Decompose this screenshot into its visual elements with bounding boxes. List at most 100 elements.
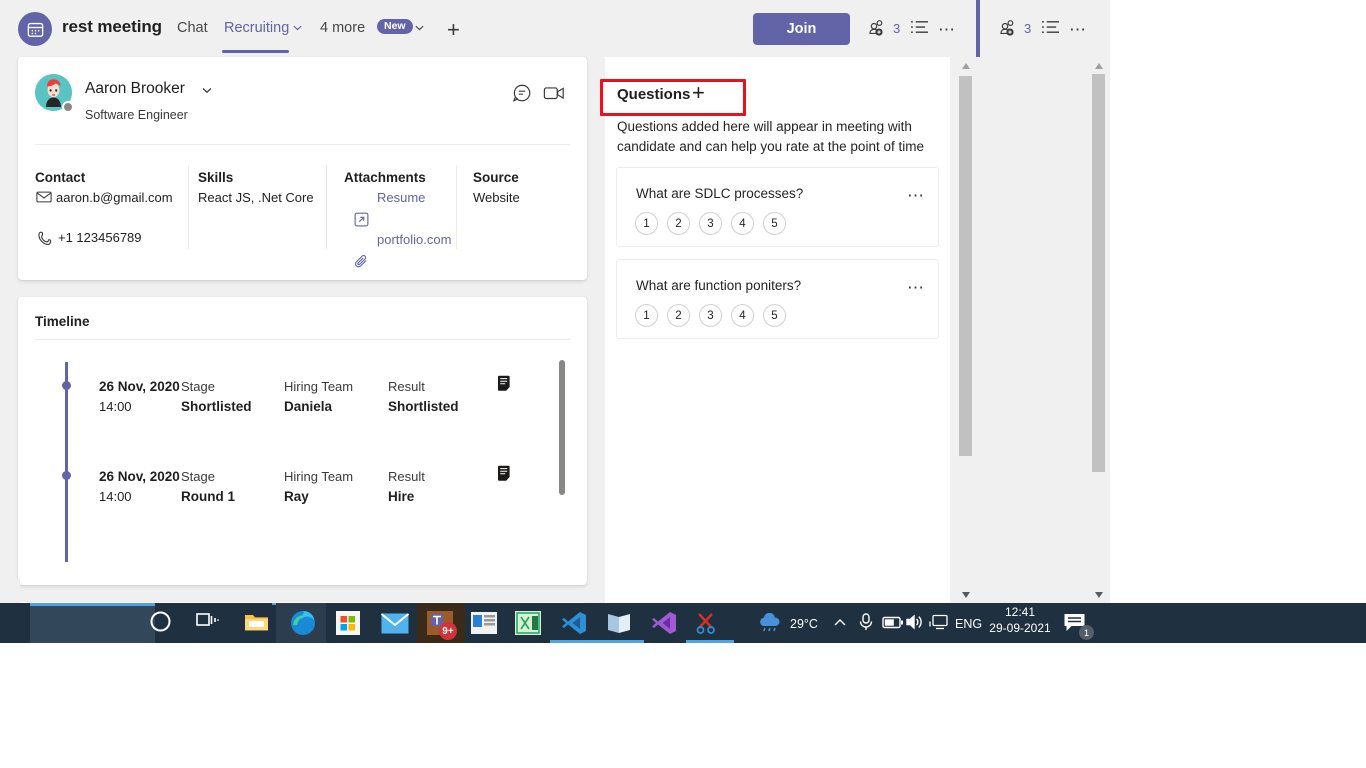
list-icon[interactable]	[910, 19, 929, 36]
divider	[35, 339, 570, 340]
meeting-content: Aaron Brooker Software Engineer Contact	[0, 57, 1110, 603]
chevron-down-icon[interactable]	[414, 22, 425, 33]
tab-recruiting[interactable]: Recruiting	[224, 20, 289, 36]
chat-bubble-icon[interactable]	[512, 83, 532, 103]
more-horizontal-icon[interactable]: ⋯	[907, 186, 926, 206]
note-icon[interactable]	[497, 375, 512, 392]
list-icon[interactable]	[1041, 19, 1060, 36]
rating-option-2[interactable]: 2	[667, 304, 690, 327]
clock-time[interactable]: 12:41	[985, 605, 1055, 619]
candidate-role: Software Engineer	[85, 108, 188, 122]
caret-down-icon[interactable]	[957, 586, 974, 603]
rating-option-5[interactable]: 5	[763, 304, 786, 327]
more-horizontal-icon[interactable]: ⋯	[907, 278, 926, 298]
candidate-name: Aaron Brooker	[85, 80, 185, 97]
calendar-icon	[18, 12, 52, 46]
caret-down-icon[interactable]	[1090, 586, 1107, 603]
file-explorer-icon[interactable]	[244, 611, 270, 633]
rating-option-5[interactable]: 5	[763, 212, 786, 235]
desktop-background-bottom	[0, 643, 1366, 768]
excel-icon[interactable]	[515, 611, 541, 635]
scrollbar-vertical[interactable]	[957, 57, 974, 603]
taskbar-open-underline	[686, 640, 734, 643]
chevron-up-icon[interactable]	[832, 616, 848, 630]
timeline-stage-value: Round 1	[181, 489, 235, 504]
timeline-team-label: Hiring Team	[284, 379, 354, 394]
question-text: What are function poniters?	[636, 278, 802, 293]
add-tab-button[interactable]: +	[447, 19, 460, 41]
scrollbar-thumb[interactable]	[1092, 74, 1105, 472]
timeline-team-value: Daniela	[284, 399, 333, 414]
rating-option-4[interactable]: 4	[731, 304, 754, 327]
timeline-result-value: Hire	[388, 489, 415, 504]
chevron-down-icon[interactable]	[292, 22, 303, 33]
language-indicator[interactable]: ENG	[955, 617, 982, 631]
divider	[456, 165, 457, 249]
questions-panel: Questions + Questions added here will ap…	[605, 57, 950, 603]
phone-icon	[38, 231, 52, 246]
more-horizontal-icon[interactable]: ⋯	[938, 20, 957, 40]
video-camera-icon[interactable]	[543, 84, 565, 102]
snipping-tool-icon[interactable]	[696, 612, 722, 634]
caret-up-icon[interactable]	[1090, 57, 1107, 74]
join-button[interactable]: Join	[753, 13, 850, 45]
caret-up-icon[interactable]	[957, 57, 974, 74]
tab-chat[interactable]: Chat	[177, 20, 208, 36]
clock-date[interactable]: 29-09-2021	[985, 621, 1055, 635]
mail-icon[interactable]	[381, 613, 409, 634]
speaker-icon[interactable]	[905, 613, 924, 631]
contact-email[interactable]: aaron.b@gmail.com	[56, 190, 173, 205]
page-title: rest meeting	[62, 17, 162, 36]
question-card[interactable]: What are function poniters? ⋯ 1 2 3 4 5	[616, 259, 939, 339]
taskbar-open-underline	[596, 640, 644, 643]
network-display-icon[interactable]	[929, 613, 949, 631]
new-badge: New	[377, 19, 413, 34]
people-add-icon[interactable]	[1000, 19, 1020, 37]
question-card[interactable]: What are SDLC processes? ⋯ 1 2 3 4 5	[616, 167, 939, 247]
microsoft-edge-icon[interactable]	[290, 610, 316, 636]
rating-option-1[interactable]: 1	[635, 212, 658, 235]
more-horizontal-icon[interactable]: ⋯	[1069, 20, 1088, 40]
timeline-heading: Timeline	[35, 314, 90, 329]
background-scrollbar-vertical[interactable]	[1090, 57, 1107, 603]
paperclip-icon	[355, 255, 367, 268]
microsoft-store-icon[interactable]	[336, 611, 360, 635]
rating-option-1[interactable]: 1	[635, 304, 658, 327]
tab-more[interactable]: 4 more	[320, 20, 365, 36]
taskbar-active-window[interactable]	[30, 603, 155, 643]
timeline-card: Timeline 26 Nov, 2020 14:00 Stage Shortl…	[18, 297, 587, 585]
attachment-portfolio-link[interactable]: portfolio.com	[377, 232, 451, 247]
task-view-icon[interactable]	[196, 611, 220, 633]
attachments-heading: Attachments	[344, 170, 426, 185]
rating-option-3[interactable]: 3	[699, 304, 722, 327]
timeline-scrollbar[interactable]	[559, 360, 565, 495]
window-corner-fill	[0, 579, 20, 603]
visual-studio-icon[interactable]	[651, 611, 677, 635]
participants-group[interactable]: 3	[869, 19, 900, 37]
add-question-button[interactable]: +	[692, 82, 705, 104]
timeline-date: 26 Nov, 2020	[99, 379, 180, 394]
weather-temperature[interactable]: 29°C	[790, 617, 818, 631]
scrollbar-thumb[interactable]	[959, 76, 972, 456]
rating-option-4[interactable]: 4	[731, 212, 754, 235]
book-icon[interactable]	[606, 611, 632, 635]
contact-phone[interactable]: +1 123456789	[58, 230, 142, 245]
rain-cloud-icon[interactable]	[757, 613, 783, 633]
news-icon[interactable]	[471, 612, 497, 634]
source-value: Website	[473, 190, 520, 205]
background-participants-group[interactable]: 3	[1000, 19, 1031, 37]
rating-option-3[interactable]: 3	[699, 212, 722, 235]
source-heading: Source	[473, 170, 519, 185]
note-icon[interactable]	[497, 465, 512, 482]
chevron-down-icon[interactable]	[201, 84, 213, 96]
visual-studio-code-icon[interactable]	[561, 611, 587, 635]
attachment-resume-link[interactable]: Resume	[377, 190, 425, 205]
timeline-result-value: Shortlisted	[388, 399, 459, 414]
divider	[188, 165, 189, 249]
rating-option-2[interactable]: 2	[667, 212, 690, 235]
cortana-circle-icon[interactable]	[148, 609, 173, 634]
timeline-time: 14:00	[99, 399, 132, 414]
battery-icon[interactable]	[882, 616, 904, 629]
people-add-icon[interactable]	[869, 19, 889, 37]
microphone-icon[interactable]	[858, 612, 874, 632]
